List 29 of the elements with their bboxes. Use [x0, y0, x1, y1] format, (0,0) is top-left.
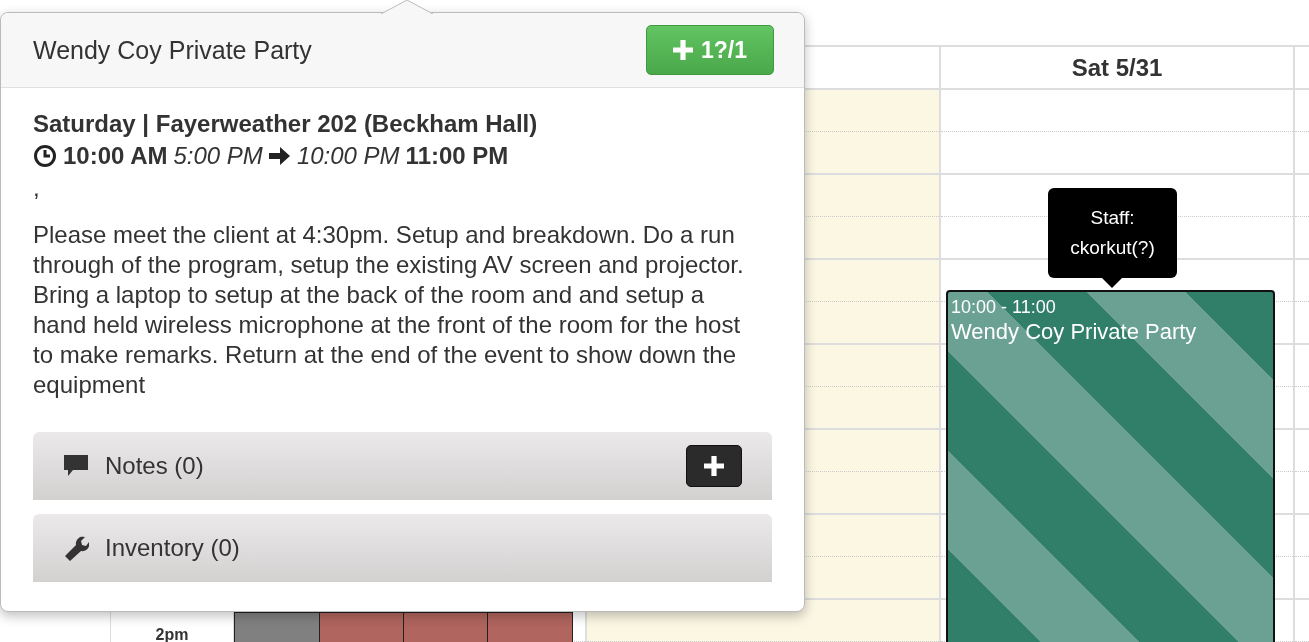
- original-start-time: 5:00 PM: [173, 141, 263, 171]
- popover-title: Wendy Coy Private Party: [33, 35, 312, 65]
- accordion-header[interactable]: Notes (0): [33, 432, 772, 500]
- original-end-time: 10:00 PM: [296, 141, 400, 171]
- speech-bubble-icon: [63, 454, 89, 478]
- event-block[interactable]: 10:00 - 11:00 Wendy Coy Private Party: [946, 290, 1275, 642]
- add-button[interactable]: [686, 445, 742, 487]
- clock-icon: [33, 144, 57, 168]
- plus-icon: [673, 40, 693, 60]
- event-block[interactable]: [403, 612, 489, 642]
- plus-icon: [704, 456, 724, 476]
- event-block[interactable]: [487, 612, 573, 642]
- event-time: 10:00 - 11:00: [951, 296, 1057, 318]
- event-title: Wendy Coy Private Party: [951, 318, 1198, 346]
- arrow-right-icon: [268, 146, 291, 166]
- event-description: Please meet the client at 4:30pm. Setup and breakdown. Do a run through of the program, setup the existing AV screen and projector. Bring a laptop to setup at the back of the room and and setup a hand held wireless microphone at the front of the room for the host to make remarks. Return at the end of the event to show down the equipment: [33, 220, 745, 400]
- event-location: Saturday | Fayerweather 202 (Beckham Hall): [33, 109, 539, 139]
- end-time: 11:00 PM: [405, 141, 509, 171]
- tooltip-pointer: [1102, 278, 1122, 288]
- wrench-icon: [63, 535, 89, 561]
- section-label: Notes (0): [105, 452, 205, 480]
- event-block[interactable]: [234, 612, 321, 642]
- staff-tooltip: Staff: ckorkut(?): [1048, 188, 1177, 278]
- start-time: 10:00 AM: [63, 141, 168, 171]
- event-block[interactable]: [319, 612, 405, 642]
- separator-text: ,: [33, 174, 40, 201]
- accordion-header[interactable]: Inventory (0): [33, 514, 772, 582]
- section-label: Inventory (0): [105, 534, 241, 562]
- day-header: Sat 5/31: [1071, 53, 1163, 82]
